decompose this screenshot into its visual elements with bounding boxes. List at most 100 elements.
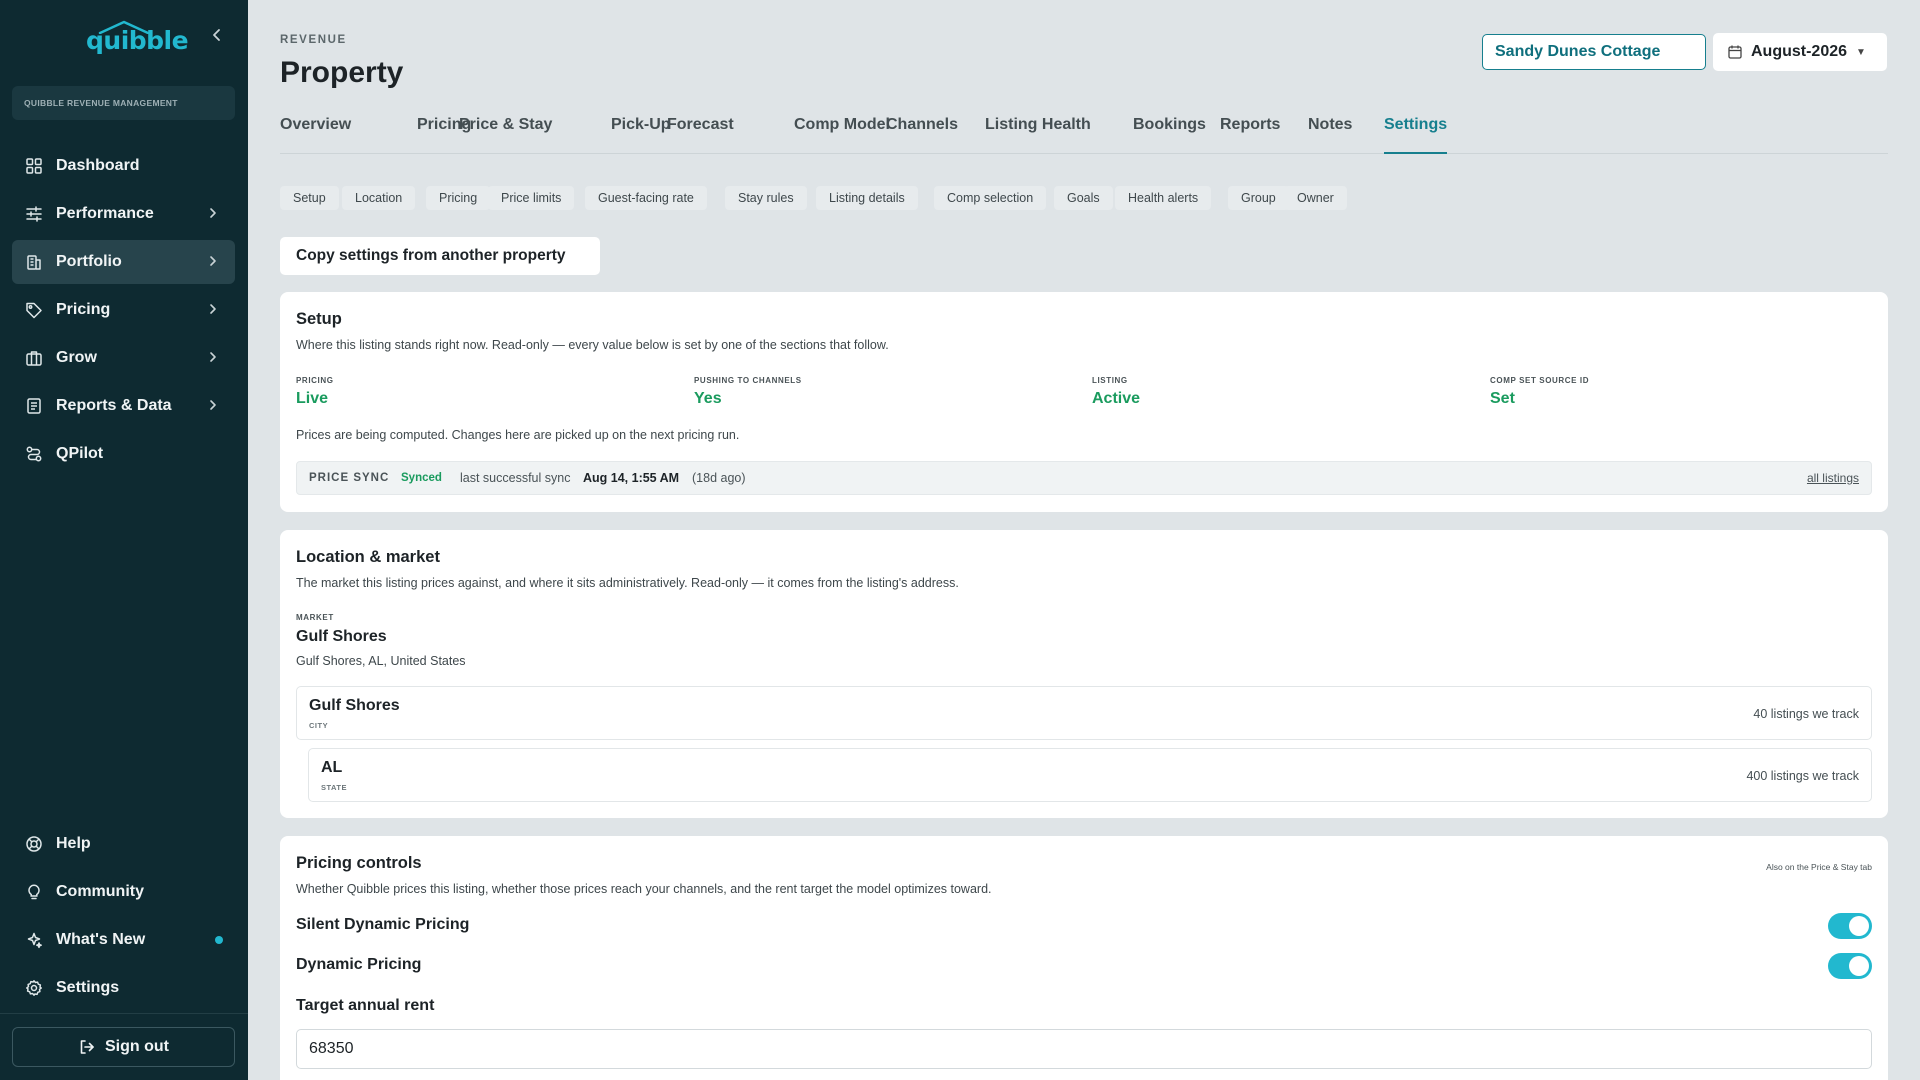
sidebar-item-label: Settings <box>56 979 120 996</box>
tab-bookings[interactable]: Bookings <box>1133 116 1206 154</box>
sidebar-item-label: What's New <box>56 931 146 948</box>
dynamic-pricing-toggle[interactable] <box>1828 953 1872 979</box>
target-annual-rent-input[interactable]: 68350 <box>296 1029 1872 1069</box>
tab-listing-health[interactable]: Listing Health <box>985 116 1091 154</box>
location-card: Location & market The market this listin… <box>280 530 1888 818</box>
price-sync-label: PRICE SYNC <box>309 472 390 484</box>
pricing-controls-aside: Also on the Price & Stay tab <box>1766 862 1872 872</box>
quibble-logo[interactable]: quibble <box>86 20 189 56</box>
stat-label: COMP SET SOURCE ID <box>1490 376 1590 385</box>
stat-value: Live <box>296 390 329 407</box>
sidebar-item-portfolio[interactable]: Portfolio <box>12 240 235 284</box>
subtab-location[interactable]: Location <box>342 186 416 210</box>
stat-value: Set <box>1490 390 1515 407</box>
logo-text: quibble <box>86 26 189 55</box>
sidebar-item-whats-new[interactable]: What's New <box>12 918 235 962</box>
sidebar-item-label: Dashboard <box>56 157 140 174</box>
sparkles-icon <box>25 931 43 949</box>
all-listings-link[interactable]: all listings <box>1807 471 1859 485</box>
page-eyebrow: REVENUE <box>280 34 347 46</box>
stat-value: Yes <box>694 390 722 407</box>
property-selector-input[interactable]: Sandy Dunes Cottage <box>1482 34 1706 70</box>
subtab-guest-facing-rate[interactable]: Guest-facing rate <box>585 186 707 210</box>
building-icon <box>25 253 43 271</box>
sidebar-item-qpilot[interactable]: QPilot <box>12 432 235 476</box>
subtab-health-alerts[interactable]: Health alerts <box>1115 186 1212 210</box>
sidebar-item-dashboard[interactable]: Dashboard <box>12 144 235 188</box>
subtab-comp-selection[interactable]: Comp selection <box>934 186 1047 210</box>
subtab-owner[interactable]: Owner <box>1284 186 1347 210</box>
sidebar-item-settings[interactable]: Settings <box>12 966 235 1010</box>
gear-icon <box>25 979 43 997</box>
month-picker-button[interactable]: August-2026 ▼ <box>1713 33 1887 71</box>
setup-title: Setup <box>296 310 342 328</box>
tab-overview[interactable]: Overview <box>280 116 351 154</box>
sign-out-button[interactable]: Sign out <box>12 1027 235 1067</box>
subtab-pricing[interactable]: Pricing <box>426 186 491 210</box>
tab-settings[interactable]: Settings <box>1384 116 1448 154</box>
sidebar-item-label: QPilot <box>56 445 104 462</box>
sync-status-badge: Synced <box>401 472 442 484</box>
tab-channels[interactable]: Channels <box>886 116 958 154</box>
tab-pick-up[interactable]: Pick-Up <box>611 116 671 154</box>
lifebuoy-icon <box>25 835 43 853</box>
org-label[interactable]: QUIBBLE REVENUE MANAGEMENT <box>12 86 235 120</box>
month-picker-label: August-2026 <box>1751 43 1848 60</box>
toggle-label: Silent Dynamic Pricing <box>296 916 470 933</box>
stat-label: LISTING <box>1092 376 1128 385</box>
silent-dynamic-pricing-toggle[interactable] <box>1828 913 1872 939</box>
subtab-stay-rules[interactable]: Stay rules <box>725 186 807 210</box>
dashboard-icon <box>25 157 43 175</box>
sidebar: quibble QUIBBLE REVENUE MANAGEMENT Dashb… <box>0 0 248 1080</box>
sidebar-nav-secondary: Help Community What's New Settings <box>12 822 235 1014</box>
property-tabs: Overview Pricing Price & Stay Pick-Up Fo… <box>280 116 1888 154</box>
subtab-group[interactable]: Group <box>1228 186 1289 210</box>
logo-row: quibble <box>0 18 248 58</box>
sign-out-label: Sign out <box>105 1038 169 1055</box>
tab-notes[interactable]: Notes <box>1308 116 1352 154</box>
sliders-icon <box>25 205 43 223</box>
tab-forecast[interactable]: Forecast <box>667 116 734 154</box>
location-title: Location & market <box>296 548 440 566</box>
pricing-controls-title: Pricing controls <box>296 854 422 872</box>
tab-comp-model[interactable]: Comp Model <box>794 116 890 154</box>
location-type: STATE <box>321 783 347 792</box>
stat-listing: LISTING Active <box>1092 376 1140 408</box>
stat-label: PUSHING TO CHANNELS <box>694 376 802 385</box>
tab-price-stay[interactable]: Price & Stay <box>459 116 552 154</box>
dynamic-pricing-row: Dynamic Pricing <box>296 952 1872 982</box>
sidebar-item-community[interactable]: Community <box>12 870 235 914</box>
chevron-right-icon <box>205 349 221 365</box>
market-name: Gulf Shores <box>296 628 387 645</box>
subtab-goals[interactable]: Goals <box>1054 186 1113 210</box>
subtab-setup[interactable]: Setup <box>280 186 339 210</box>
sidebar-item-grow[interactable]: Grow <box>12 336 235 380</box>
sidebar-divider <box>0 1013 248 1014</box>
calendar-icon <box>1728 45 1742 59</box>
listings-count: 400 listings we track <box>1746 769 1859 783</box>
sidebar-item-help[interactable]: Help <box>12 822 235 866</box>
stat-label: PRICING <box>296 376 334 385</box>
new-indicator-dot <box>215 936 223 944</box>
stat-pushing-to-channels: PUSHING TO CHANNELS Yes <box>694 376 802 408</box>
location-row-state: AL STATE 400 listings we track <box>308 748 1872 802</box>
copy-settings-button[interactable]: Copy settings from another property <box>280 237 600 275</box>
sidebar-item-label: Portfolio <box>56 253 122 270</box>
sidebar-item-performance[interactable]: Performance <box>12 192 235 236</box>
subtab-listing-details[interactable]: Listing details <box>816 186 918 210</box>
sidebar-item-reports-data[interactable]: Reports & Data <box>12 384 235 428</box>
collapse-sidebar-button[interactable] <box>206 24 228 48</box>
sidebar-item-label: Performance <box>56 205 154 222</box>
tag-icon <box>25 301 43 319</box>
sync-ago: (18d ago) <box>692 471 746 485</box>
lightbulb-icon <box>25 883 43 901</box>
subtab-price-limits[interactable]: Price limits <box>488 186 575 210</box>
chevron-left-icon <box>213 29 220 41</box>
tab-reports[interactable]: Reports <box>1220 116 1280 154</box>
main-content: REVENUE Property Sandy Dunes Cottage Aug… <box>248 0 1920 1080</box>
stat-value: Active <box>1092 390 1141 407</box>
sidebar-item-pricing[interactable]: Pricing <box>12 288 235 332</box>
listings-count: 40 listings we track <box>1753 707 1859 721</box>
sign-out-icon <box>80 1040 94 1054</box>
location-name: AL <box>321 759 343 776</box>
